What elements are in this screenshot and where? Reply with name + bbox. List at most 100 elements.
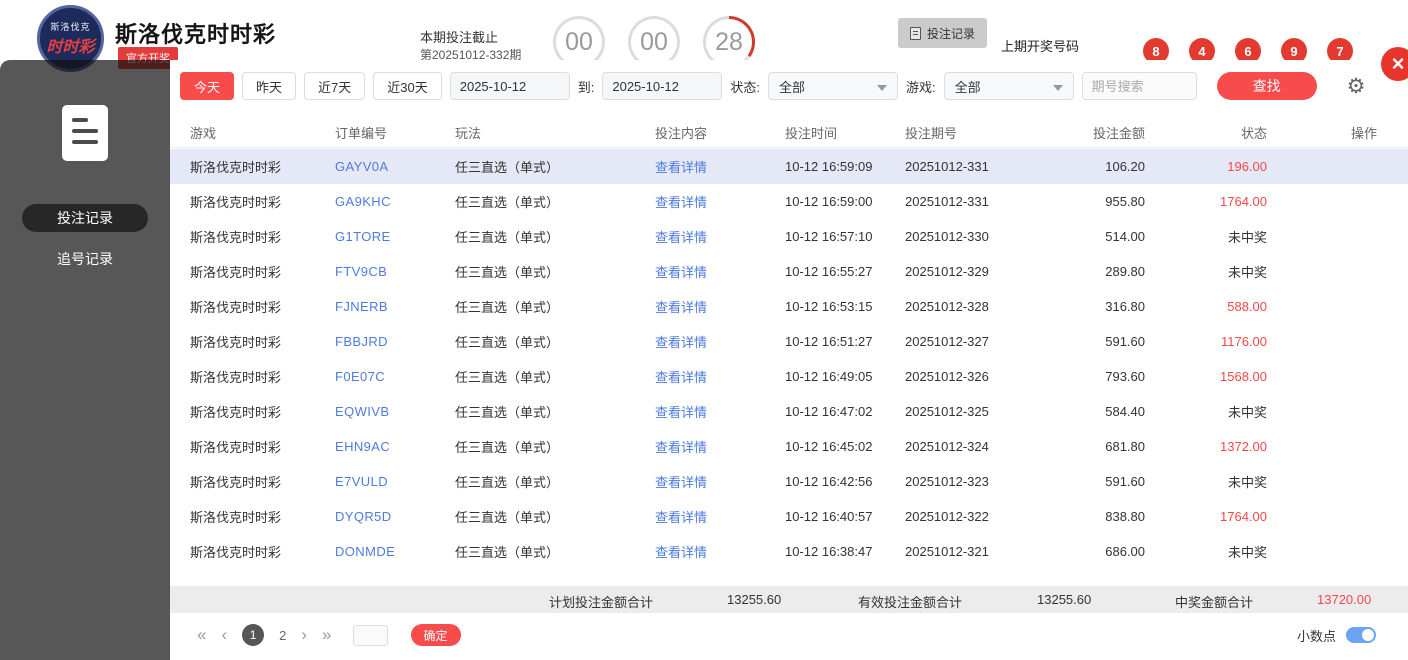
search-button[interactable]: 查找 [1216,72,1317,100]
table-row[interactable]: 斯洛伐克时时彩 GAYV0A 任三直选（单式） 查看详情 10-12 16:59:09 2… [170,149,1408,184]
deadline-label: 本期投注截止 [420,30,499,45]
to-label: 到: [577,79,595,95]
logo-text-top: 斯洛伐克 [50,22,91,32]
table-row[interactable]: 斯洛伐克时时彩 EQWIVB 任三直选（单式） 查看详情 10-12 16:47:02 2… [170,394,1408,429]
sidebar-item-chase-records[interactable]: 追号记录 [22,245,148,273]
cell-time: 10-12 16:51:27 [785,334,873,349]
date-from-input[interactable] [449,72,570,100]
table-row[interactable]: 斯洛伐克时时彩 E7VULD 任三直选（单式） 查看详情 10-12 16:42:56 2… [170,464,1408,499]
date-to-input[interactable] [602,72,723,100]
cell-period: 20251012-329 [905,264,989,279]
confirm-button[interactable]: 确定 [410,624,461,646]
cell-game: 斯洛伐克时时彩 [190,440,282,455]
decimal-toggle[interactable] [1346,627,1376,643]
cell-game: 斯洛伐克时时彩 [190,370,282,385]
page-jump-input[interactable] [352,624,388,646]
col-header-amount: 投注金额 [1092,126,1145,141]
cell-game: 斯洛伐克时时彩 [190,475,282,490]
cell-play: 任三直选（单式） [455,265,560,280]
view-detail-link[interactable]: 查看详情 [655,472,785,491]
prev-page-button[interactable]: ‹ [221,625,227,645]
col-header-game: 游戏 [190,126,217,141]
view-detail-link[interactable]: 查看详情 [655,262,785,281]
cell-play: 任三直选（单式） [455,440,560,455]
cell-time: 10-12 16:53:15 [785,299,873,314]
view-detail-link[interactable]: 查看详情 [655,507,785,526]
cell-game: 斯洛伐克时时彩 [190,300,282,315]
status-select[interactable]: 全部 [767,72,898,100]
table-row[interactable]: 斯洛伐克时时彩 FBBJRD 任三直选（单式） 查看详情 10-12 16:51:27 2… [170,324,1408,359]
filter-today-button[interactable]: 今天 [180,72,235,100]
cell-period: 20251012-330 [905,229,989,244]
cell-play: 任三直选（单式） [455,195,560,210]
decimal-label: 小数点 [1296,628,1336,644]
next-page-button[interactable]: › [301,625,307,645]
records-table-body: 斯洛伐克时时彩 GAYV0A 任三直选（单式） 查看详情 10-12 16:59:09 2… [170,149,1408,569]
view-detail-link[interactable]: 查看详情 [655,402,785,421]
table-row[interactable]: 斯洛伐克时时彩 EHN9AC 任三直选（单式） 查看详情 10-12 16:45:02 2… [170,429,1408,464]
cell-play: 任三直选（单式） [455,475,560,490]
table-row[interactable]: 斯洛伐克时时彩 DONMDE 任三直选（单式） 查看详情 10-12 16:38:47 2… [170,534,1408,569]
game-select-value: 全部 [954,79,981,95]
cell-game: 斯洛伐克时时彩 [190,405,282,420]
cell-period: 20251012-327 [905,334,989,349]
col-header-period: 投注期号 [905,126,958,141]
table-row[interactable]: 斯洛伐克时时彩 FTV9CB 任三直选（单式） 查看详情 10-12 16:55:27 2… [170,254,1408,289]
page-1-button[interactable]: 1 [242,624,265,646]
cell-game: 斯洛伐克时时彩 [190,510,282,525]
game-select[interactable]: 全部 [943,72,1074,100]
table-row[interactable]: 斯洛伐克时时彩 G1TORE 任三直选（单式） 查看详情 10-12 16:57:10 2… [170,219,1408,254]
page-2-button[interactable]: 2 [279,628,286,643]
view-detail-link[interactable]: 查看详情 [655,192,785,211]
table-row[interactable]: 斯洛伐克时时彩 FJNERB 任三直选（单式） 查看详情 10-12 16:53:15 2… [170,289,1408,324]
table-row[interactable]: 斯洛伐克时时彩 GA9KHC 任三直选（单式） 查看详情 10-12 16:59:00 2… [170,184,1408,219]
table-row[interactable]: 斯洛伐克时时彩 DYQR5D 任三直选（单式） 查看详情 10-12 16:40:57 2… [170,499,1408,534]
filter-yesterday-button[interactable]: 昨天 [242,72,297,100]
sidebar-item-bet-records[interactable]: 投注记录 [22,204,148,232]
pagination: « ‹ 1 2 › » 确定 [197,620,461,650]
view-detail-link[interactable]: 查看详情 [655,297,785,316]
cell-play: 任三直选（单式） [455,160,560,175]
filter-7days-button[interactable]: 近7天 [304,72,366,100]
view-detail-link[interactable]: 查看详情 [655,157,785,176]
col-header-time: 投注时间 [785,126,838,141]
cell-amount: 289.80 [1105,264,1145,279]
records-icon-line [72,118,88,122]
view-detail-link[interactable]: 查看详情 [655,367,785,386]
win-total-label: 中奖金额合计 [1175,595,1254,610]
records-icon-line [72,140,98,144]
cell-game: 斯洛伐克时时彩 [190,335,282,350]
cell-period: 20251012-325 [905,404,989,419]
bet-record-button-label: 投注记录 [927,26,976,41]
view-detail-link[interactable]: 查看详情 [655,437,785,456]
records-icon-line [72,129,98,133]
period-search-input[interactable] [1081,72,1197,100]
view-detail-link[interactable]: 查看详情 [655,332,785,351]
first-page-button[interactable]: « [197,625,206,645]
cell-time: 10-12 16:57:10 [785,229,873,244]
view-detail-link[interactable]: 查看详情 [655,227,785,246]
cell-period: 20251012-331 [905,159,989,174]
filter-30days-button[interactable]: 近30天 [373,72,442,100]
last-page-button[interactable]: » [322,625,331,645]
cell-time: 10-12 16:40:57 [785,509,873,524]
cell-time: 10-12 16:38:47 [785,544,873,559]
cell-period: 20251012-326 [905,369,989,384]
cell-amount: 316.80 [1105,299,1145,314]
cell-order: FBBJRD [335,334,388,349]
cell-order: FJNERB [335,299,388,314]
view-detail-link[interactable]: 查看详情 [655,542,785,561]
close-button[interactable]: × [1381,47,1408,81]
cell-period: 20251012-323 [905,474,989,489]
cell-game: 斯洛伐克时时彩 [190,545,282,560]
status-label: 状态: [730,79,760,95]
gear-icon[interactable]: ⚙ [1347,76,1366,97]
cell-amount: 591.60 [1105,474,1145,489]
win-total-value: 13720.00 [1317,592,1372,607]
cell-play: 任三直选（单式） [455,405,560,420]
cell-period: 20251012-321 [905,544,989,559]
bet-record-button[interactable]: 投注记录 [898,18,988,48]
table-row[interactable]: 斯洛伐克时时彩 F0E07C 任三直选（单式） 查看详情 10-12 16:49:05 2… [170,359,1408,394]
chevron-down-icon [876,85,887,91]
cell-amount: 514.00 [1105,229,1145,244]
